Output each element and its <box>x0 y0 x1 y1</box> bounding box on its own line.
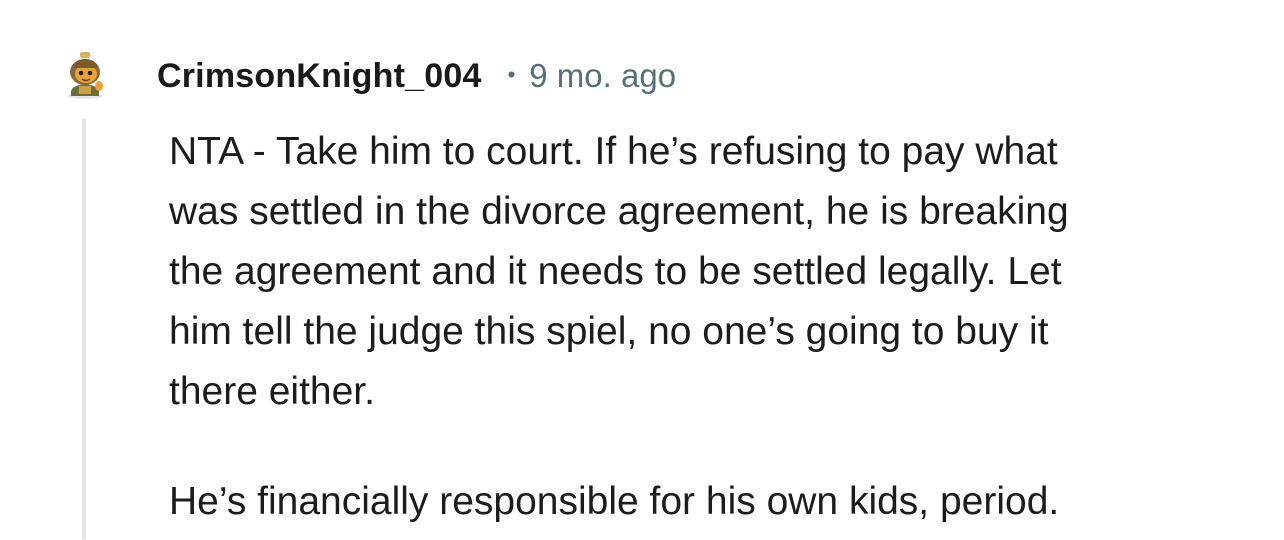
comment-paragraph: He’s financially responsible for his own… <box>169 480 1060 523</box>
username-link[interactable]: CrimsonKnight_004 <box>157 57 482 96</box>
comment: CrimsonKnight_004 • 9 mo. ago NTA - Take… <box>0 0 1284 540</box>
meta-separator: • <box>507 62 516 87</box>
timestamp[interactable]: 9 mo. ago <box>529 57 676 95</box>
comment-body: NTA - Take him to court. If he’s refusin… <box>169 122 1249 532</box>
snoo-knight-avatar-icon <box>67 52 103 99</box>
comment-paragraph: NTA - Take him to court. If he’s refusin… <box>169 130 1069 413</box>
avatar[interactable] <box>62 48 108 100</box>
comment-header: CrimsonKnight_004 • 9 mo. ago <box>157 54 676 98</box>
thread-line[interactable] <box>82 118 86 540</box>
